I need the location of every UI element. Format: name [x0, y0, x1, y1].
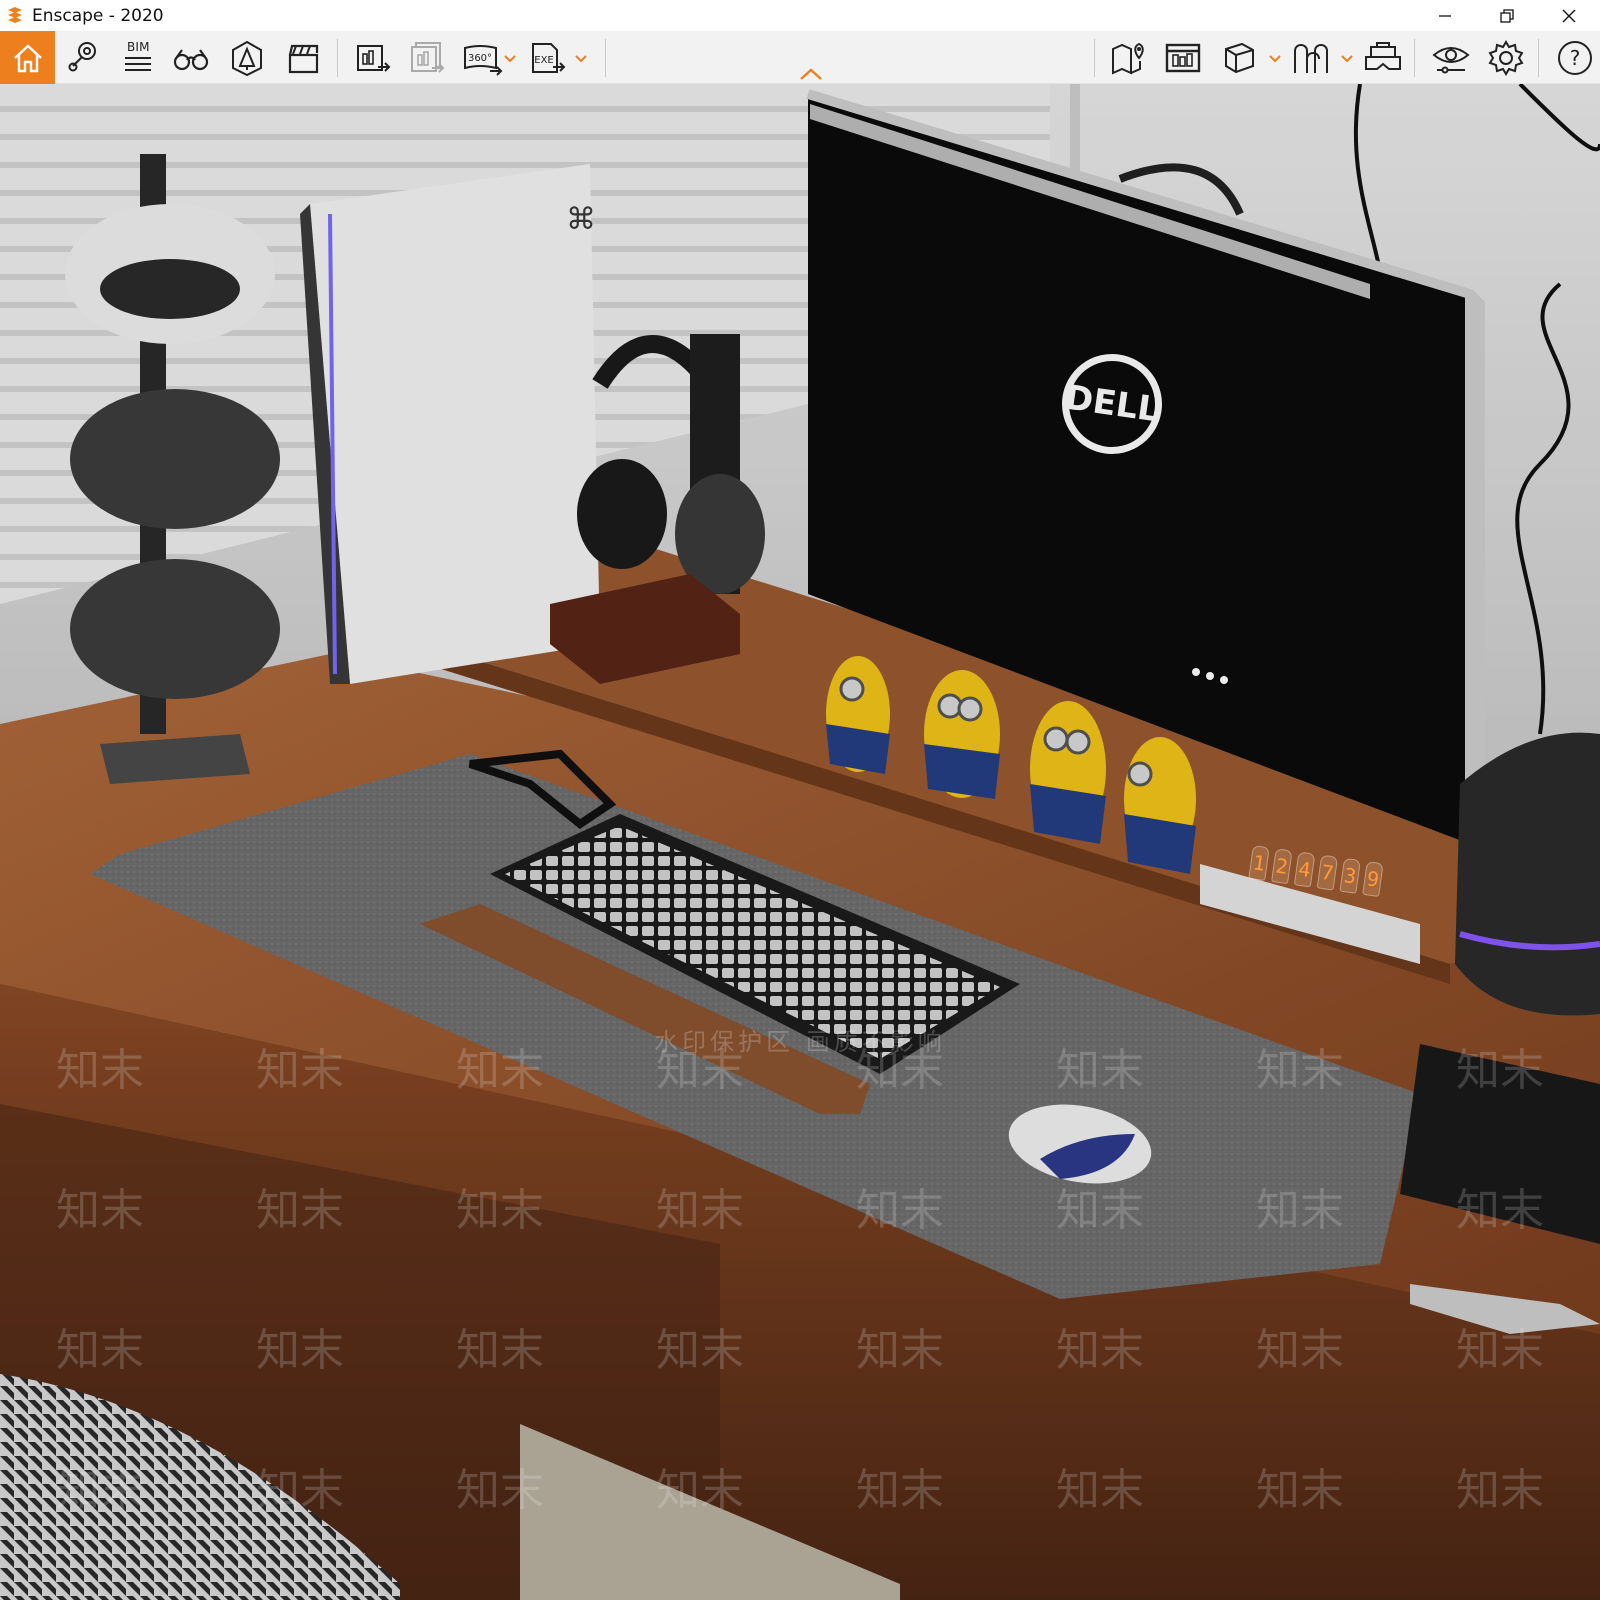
enscape-window: Enscape - 2020 BIM 360° EXE ? DELL ⌘ 1 2… [0, 0, 1600, 1600]
home-button[interactable] [0, 31, 55, 84]
title-bar[interactable]: Enscape - 2020 [0, 0, 1600, 31]
nixie-digit: 3 [1339, 857, 1361, 894]
help-button[interactable]: ? [1550, 33, 1600, 82]
toolbar-separator [1414, 39, 1415, 77]
svg-text:EXE: EXE [534, 55, 554, 66]
nixie-digit: 1 [1248, 844, 1270, 882]
collapse-toolbar-chevron-icon[interactable] [798, 67, 824, 81]
close-icon [1562, 9, 1576, 22]
restore-icon [1500, 8, 1514, 23]
rendered-scene [0, 84, 1600, 1600]
panorama-360-icon: 360° [464, 44, 503, 76]
home-icon [13, 43, 42, 72]
atmosphere-button[interactable] [222, 33, 272, 82]
render-viewport[interactable]: DELL ⌘ 1 2 4 7 3 9 水印保护区 画质不影响 知末 知末 知末 … [0, 84, 1600, 1600]
toolbar-separator [337, 39, 338, 77]
material-editor-dropdown-chevron-icon[interactable] [1268, 53, 1282, 65]
help-icon: ? [1558, 40, 1592, 75]
panorama-dropdown-chevron-icon[interactable] [503, 53, 517, 65]
screenshot-button[interactable] [348, 33, 398, 82]
toolbar-separator [1538, 39, 1539, 77]
clapperboard-icon [288, 44, 319, 73]
svg-text:?: ? [1570, 46, 1581, 70]
close-button[interactable] [1538, 0, 1600, 31]
batch-rendering-button[interactable] [402, 33, 452, 82]
panorama-button[interactable]: 360° [458, 33, 508, 82]
video-editor-button[interactable] [278, 33, 328, 82]
enscape-toolbar: BIM 360° EXE ? [0, 31, 1600, 84]
asset-library-icon [1165, 43, 1201, 72]
scene-lighting-icon [232, 40, 262, 76]
material-editor-button[interactable] [1214, 33, 1264, 82]
bim-button[interactable]: BIM [112, 33, 162, 82]
minimize-button[interactable] [1414, 0, 1476, 31]
vr-headset-icon [1365, 41, 1401, 70]
vr-headset-button[interactable] [1358, 33, 1408, 82]
export-exe-icon: EXE [532, 42, 566, 73]
window-title: Enscape - 2020 [32, 5, 164, 26]
eye-settings-icon [1432, 46, 1470, 73]
toolbar-separator [605, 39, 606, 77]
navigation-button[interactable] [58, 33, 108, 82]
batch-render-icon [411, 41, 445, 73]
views-button[interactable] [166, 33, 216, 82]
restore-button[interactable] [1476, 0, 1538, 31]
binoculars-icon [173, 48, 209, 70]
svg-text:360°: 360° [468, 53, 492, 64]
nixie-digit: 7 [1316, 854, 1339, 891]
annotations-button[interactable] [1286, 33, 1336, 82]
export-exe-dropdown-chevron-icon[interactable] [574, 53, 588, 65]
playstation-logo-icon: ⌘ [566, 203, 596, 236]
render-export-icon [357, 44, 391, 72]
cube-icon [1225, 42, 1254, 73]
visual-settings-button[interactable] [1426, 33, 1476, 82]
nixie-digit: 2 [1271, 848, 1293, 885]
nixie-digit: 4 [1293, 851, 1316, 888]
window-controls [1414, 0, 1600, 31]
toolbar-separator [1094, 39, 1095, 77]
general-settings-button[interactable] [1481, 33, 1531, 82]
watermark-banner: 水印保护区 画质不影响 [654, 1028, 946, 1056]
annotations-dropdown-chevron-icon[interactable] [1340, 53, 1354, 65]
gear-icon [1488, 39, 1524, 76]
annotations-icon [1294, 43, 1328, 73]
bim-label: BIM [127, 40, 150, 54]
export-exe-button[interactable]: EXE [522, 33, 572, 82]
enscape-logo-icon [4, 5, 26, 27]
map-icon [1112, 42, 1144, 75]
minimize-icon [1439, 14, 1451, 17]
map-pin-icon [68, 41, 96, 71]
map-button[interactable] [1104, 33, 1154, 82]
asset-library-button[interactable] [1158, 33, 1208, 82]
